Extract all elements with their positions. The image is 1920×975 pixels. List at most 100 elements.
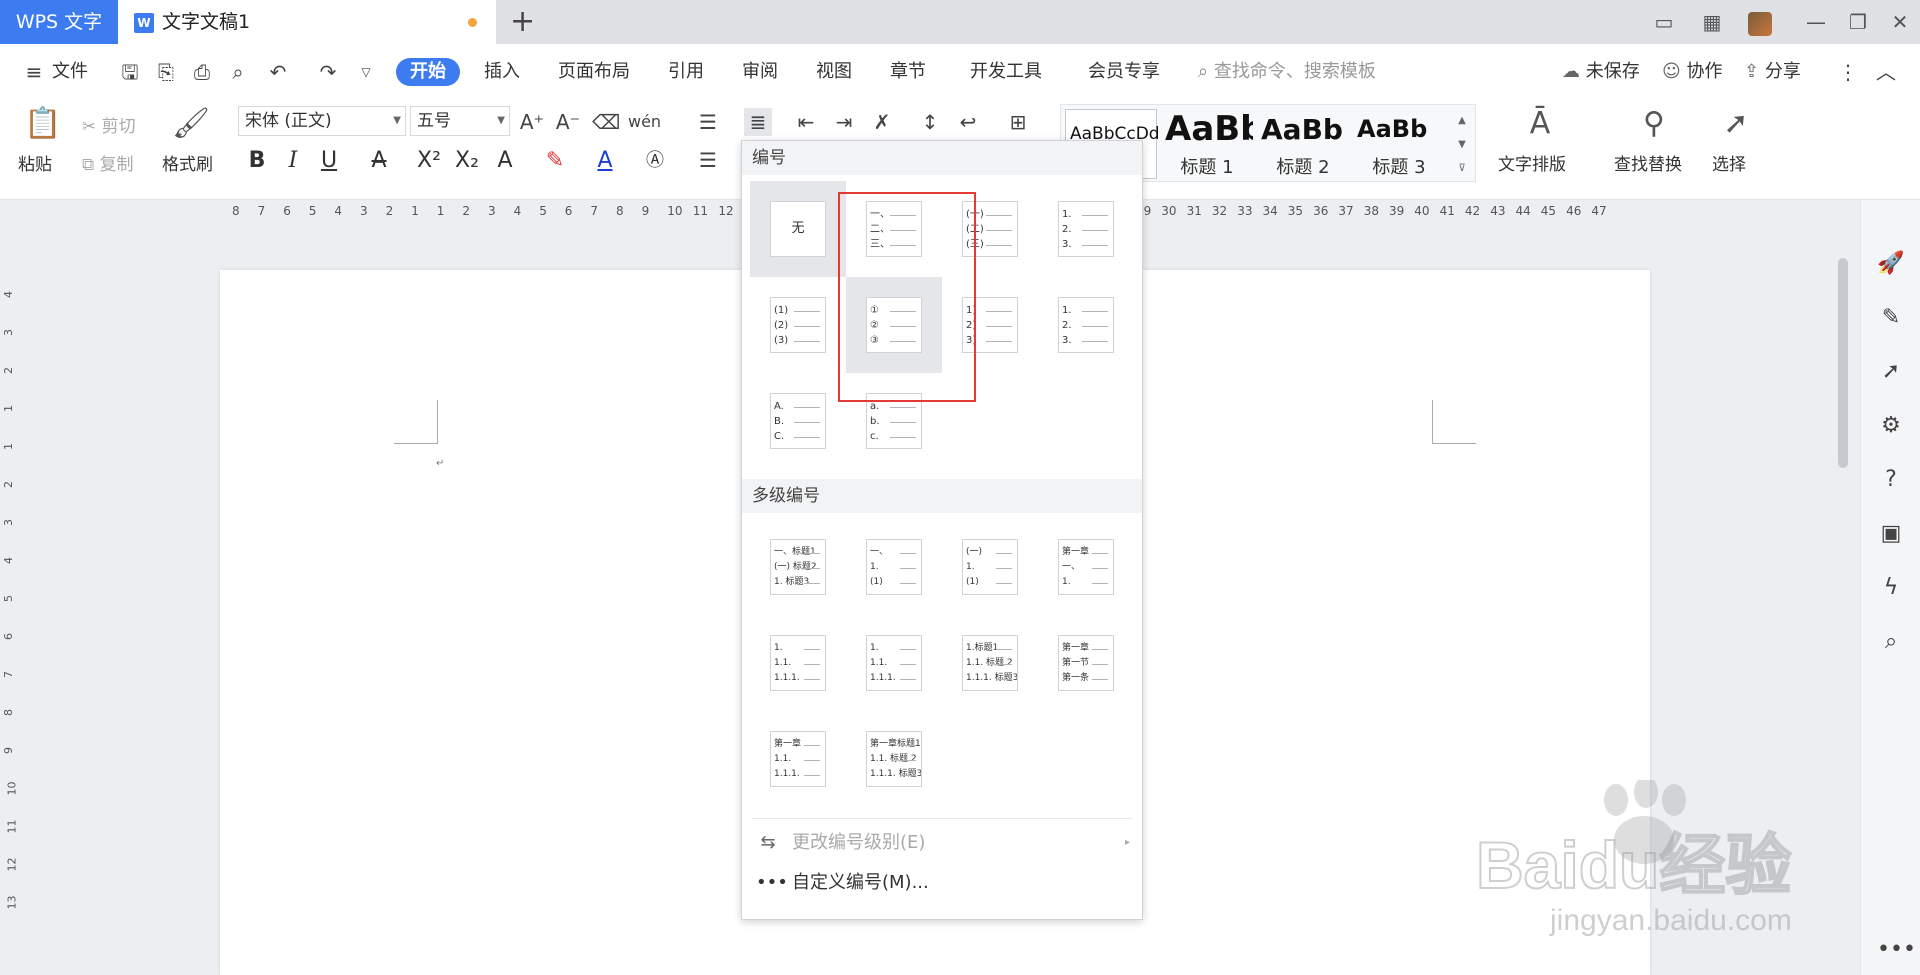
- sort-icon[interactable]: ↕: [916, 108, 944, 136]
- numbered-list-icon[interactable]: ≣: [744, 108, 772, 136]
- multilevel-option[interactable]: 1. 1.1. 1.1.1.: [750, 615, 846, 711]
- multilevel-option[interactable]: 一、 1. (1): [846, 519, 942, 615]
- paste-icon[interactable]: 📋: [24, 106, 61, 142]
- font-name-select[interactable]: 宋体 (正文) ▼: [238, 106, 406, 136]
- layout-icon[interactable]: ▭: [1644, 0, 1684, 44]
- clear-format-icon[interactable]: ⌫: [592, 108, 620, 136]
- restore-icon[interactable]: ❐: [1838, 0, 1878, 44]
- underline-icon[interactable]: U: [314, 146, 344, 176]
- font-color-icon[interactable]: A: [590, 146, 620, 176]
- avatar[interactable]: [1740, 0, 1780, 44]
- app-tab[interactable]: WPS 文字: [0, 0, 118, 44]
- text-effect-icon[interactable]: A: [490, 146, 520, 176]
- sliders-icon[interactable]: ⚙: [1877, 412, 1905, 440]
- share-button[interactable]: ⇪ 分享: [1744, 58, 1801, 86]
- tab-member[interactable]: 会员专享: [1088, 58, 1160, 86]
- shrink-font-icon[interactable]: A⁻: [554, 108, 582, 136]
- help-icon[interactable]: ?: [1877, 466, 1905, 494]
- collapse-ribbon-icon[interactable]: ︿: [1872, 58, 1900, 86]
- show-marks-icon[interactable]: ↩: [954, 108, 982, 136]
- superscript-icon[interactable]: X²: [414, 146, 444, 176]
- multilevel-option[interactable]: 第一章 第一节 第一条: [1038, 615, 1134, 711]
- text-layout-button[interactable]: 文字排版: [1498, 150, 1566, 175]
- more-icon[interactable]: ⋮: [1834, 58, 1862, 86]
- grow-font-icon[interactable]: A⁺: [518, 108, 546, 136]
- minimize-icon[interactable]: —: [1796, 0, 1836, 44]
- apps-grid-icon[interactable]: ▦: [1692, 0, 1732, 44]
- print-icon[interactable]: ⎙: [188, 58, 216, 86]
- command-search[interactable]: ⌕ 查找命令、搜索模板: [1198, 58, 1376, 86]
- file-menu[interactable]: 文件: [52, 58, 88, 86]
- pinyin-icon[interactable]: wén: [628, 108, 661, 136]
- multilevel-option[interactable]: 1.标题1 1.1. 标题 2 1.1.1. 标题3: [942, 615, 1038, 711]
- pen-icon[interactable]: ✎: [1877, 304, 1905, 332]
- cut-button[interactable]: ✂ 剪切: [82, 112, 136, 137]
- image-icon[interactable]: ▣: [1877, 520, 1905, 548]
- lightning-icon[interactable]: ϟ: [1877, 574, 1905, 602]
- paste-button[interactable]: 粘贴: [18, 150, 52, 175]
- custom-numbering-item[interactable]: ••• 自定义编号(M)...: [742, 863, 1142, 903]
- increase-indent-icon[interactable]: ⇥: [830, 108, 858, 136]
- style-heading-1[interactable]: AaBb 标题 1: [1161, 109, 1253, 179]
- align-left-icon[interactable]: ☰: [694, 146, 722, 174]
- italic-icon[interactable]: I: [278, 146, 308, 176]
- collab-button[interactable]: ☺ 协作: [1662, 58, 1723, 86]
- bullet-list-icon[interactable]: ☰: [694, 108, 722, 136]
- undo-icon[interactable]: ↶: [264, 58, 292, 86]
- tab-developer[interactable]: 开发工具: [970, 58, 1042, 86]
- close-icon[interactable]: ✕: [1880, 0, 1920, 44]
- numbering-option[interactable]: 1. 2. 3.: [1038, 181, 1134, 277]
- multilevel-option[interactable]: 第一章标题1 1.1. 标题 2 1.1.1. 标题3: [846, 711, 942, 807]
- numbering-none[interactable]: 无: [750, 181, 846, 277]
- vertical-scrollbar[interactable]: [1832, 222, 1854, 975]
- subscript-icon[interactable]: X₂: [452, 146, 482, 176]
- save-icon[interactable]: 🖫: [116, 58, 144, 86]
- tab-page-layout[interactable]: 页面布局: [558, 58, 630, 86]
- gallery-scroll[interactable]: ▲ ▼ ⊽: [1453, 109, 1471, 181]
- multilevel-option[interactable]: 第一章 1.1. 1.1.1.: [750, 711, 846, 807]
- style-heading-3[interactable]: AaBb 标题 3: [1353, 109, 1445, 179]
- print-preview-icon[interactable]: ⌕: [224, 58, 252, 86]
- cloud-status[interactable]: ☁ 未保存: [1562, 58, 1640, 86]
- tab-ruler-icon[interactable]: ⊞: [1004, 108, 1032, 136]
- chinese-layout-icon[interactable]: ✗: [868, 108, 896, 136]
- change-level-item[interactable]: ⇆ 更改编号级别(E) ▸: [742, 823, 1142, 863]
- tab-insert[interactable]: 插入: [484, 58, 520, 86]
- tab-chapter[interactable]: 章节: [890, 58, 926, 86]
- decrease-indent-icon[interactable]: ⇤: [792, 108, 820, 136]
- numbering-option[interactable]: (1) (2) (3): [750, 277, 846, 373]
- highlight-icon[interactable]: ✎: [540, 146, 570, 176]
- new-tab-button[interactable]: +: [510, 4, 535, 40]
- tab-references[interactable]: 引用: [668, 58, 704, 86]
- multilevel-option[interactable]: 第一章 一、 1.: [1038, 519, 1134, 615]
- document-tab[interactable]: W 文字文稿1: [118, 0, 496, 44]
- find-replace-icon[interactable]: ⚲: [1636, 106, 1672, 142]
- tab-view[interactable]: 视图: [816, 58, 852, 86]
- style-heading-2[interactable]: AaBb 标题 2: [1257, 109, 1349, 179]
- menu-icon[interactable]: ≡: [20, 58, 48, 86]
- numbering-option[interactable]: 1. 2. 3.: [1038, 277, 1134, 373]
- format-brush-icon[interactable]: 🖌: [172, 106, 210, 142]
- tab-review[interactable]: 审阅: [742, 58, 778, 86]
- char-border-icon[interactable]: Ⓐ: [640, 146, 670, 176]
- font-size-select[interactable]: 五号 ▼: [410, 106, 510, 136]
- vertical-ruler[interactable]: 4 3 2 1 1 2 3 4 5 6 7 8 9 10 11 12 13: [0, 222, 22, 975]
- find-replace-button[interactable]: 查找替换: [1614, 150, 1682, 175]
- book-search-icon[interactable]: ⌕: [1877, 628, 1905, 656]
- more-dots-icon[interactable]: •••: [1877, 936, 1916, 964]
- multilevel-option[interactable]: 1. 1.1. 1.1.1.: [846, 615, 942, 711]
- numbering-option[interactable]: A. B. C.: [750, 373, 846, 469]
- strikethrough-icon[interactable]: A: [364, 146, 394, 176]
- cursor-icon[interactable]: ➚: [1877, 358, 1905, 386]
- text-layout-icon[interactable]: Ā: [1522, 106, 1558, 142]
- scrollbar-thumb[interactable]: [1838, 258, 1848, 468]
- tab-home[interactable]: 开始: [396, 58, 460, 86]
- multilevel-option[interactable]: (一) 1. (1): [942, 519, 1038, 615]
- format-painter-button[interactable]: 格式刷: [162, 150, 213, 175]
- bold-icon[interactable]: B: [242, 146, 272, 176]
- export-icon[interactable]: ⎘: [152, 58, 180, 86]
- select-button[interactable]: 选择: [1712, 150, 1746, 175]
- select-cursor-icon[interactable]: ➚: [1718, 106, 1754, 142]
- quick-access-dropdown-icon[interactable]: ▽: [352, 58, 380, 86]
- multilevel-option[interactable]: 一、标题1 (一) 标题2 1. 标题3: [750, 519, 846, 615]
